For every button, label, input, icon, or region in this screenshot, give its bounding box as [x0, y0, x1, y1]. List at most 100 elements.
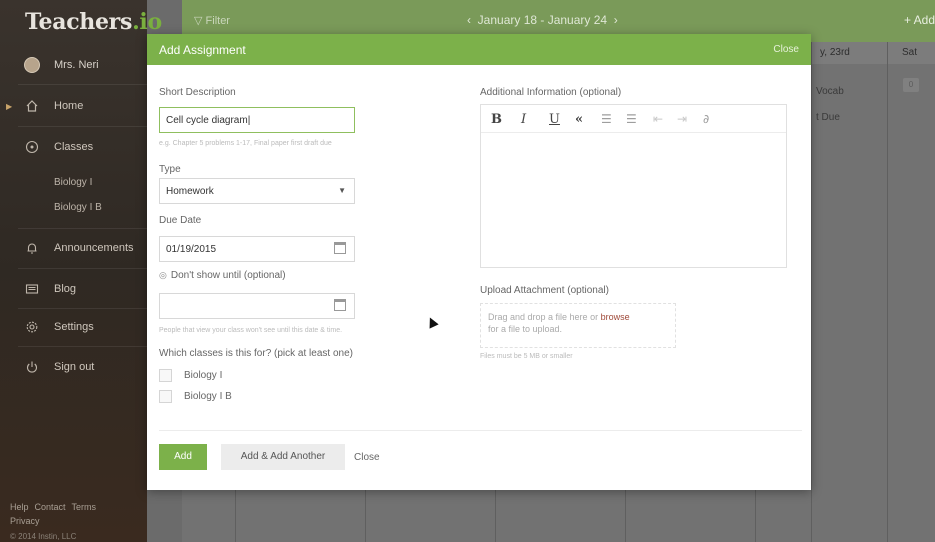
- rich-text-editor[interactable]: B I U « ☰ ☰ ⇤ ⇥ ∂: [480, 104, 787, 268]
- dropzone-text-2: for a file to upload.: [488, 324, 563, 334]
- event-count-badge: 0: [903, 78, 919, 92]
- file-size-hint: Files must be 5 MB or smaller: [480, 353, 573, 360]
- bell-icon: [24, 240, 40, 256]
- sidebar-item-home[interactable]: Home: [0, 98, 147, 118]
- quote-icon[interactable]: «: [575, 112, 583, 127]
- calendar-icon[interactable]: [334, 299, 346, 311]
- logo-suffix: .io: [132, 9, 162, 35]
- browse-link[interactable]: browse: [601, 312, 630, 322]
- classes-icon: [24, 139, 40, 155]
- class-checkbox[interactable]: [159, 369, 172, 382]
- sidebar: Teachers.io Mrs. Neri ▶ Home Classes Bio…: [0, 0, 162, 542]
- sidebar-item-label: Blog: [54, 283, 77, 295]
- short-description-hint: e.g. Chapter 5 problems 1-17, Final pape…: [159, 140, 332, 147]
- power-icon: [24, 359, 40, 375]
- logo-main: Teachers: [25, 9, 133, 35]
- sidebar-item-announcements[interactable]: Announcements: [0, 240, 147, 260]
- dont-show-until-hint: People that view your class won't see un…: [159, 327, 343, 334]
- divider: [18, 84, 147, 85]
- divider: [18, 228, 147, 229]
- ordered-list-icon[interactable]: ☰: [601, 112, 612, 126]
- sidebar-item-classes[interactable]: Classes: [0, 139, 147, 159]
- user-profile[interactable]: Mrs. Neri: [0, 55, 147, 77]
- upload-attachment-label: Upload Attachment (optional): [480, 285, 609, 296]
- underline-icon[interactable]: U: [549, 112, 560, 127]
- outdent-icon[interactable]: ⇤: [653, 112, 663, 126]
- modal-header: Add Assignment Close: [147, 34, 811, 65]
- modal-close-link[interactable]: Close: [773, 44, 799, 55]
- dont-show-until-text: Don't show until (optional): [170, 270, 286, 281]
- modal-title: Add Assignment: [159, 43, 246, 57]
- sidebar-item-sign-out[interactable]: Sign out: [0, 359, 147, 379]
- sidebar-class-biology-i[interactable]: Biology I: [54, 177, 92, 188]
- sidebar-class-biology-ib[interactable]: Biology I B: [54, 202, 102, 213]
- hidden-eye-icon: ◎: [159, 270, 167, 280]
- sidebar-item-label: Announcements: [54, 242, 134, 254]
- add-assignment-modal: Add Assignment Close Short Description C…: [147, 34, 811, 490]
- due-date-input[interactable]: 01/19/2015: [159, 236, 355, 262]
- add-button[interactable]: + Add: [904, 13, 935, 27]
- bold-icon[interactable]: B: [491, 112, 502, 127]
- dont-show-until-label: ◎ Don't show until (optional): [159, 270, 286, 281]
- date-navigator: ‹ January 18 - January 24 ›: [467, 13, 618, 27]
- divider: [18, 268, 147, 269]
- date-range: January 18 - January 24: [477, 13, 608, 27]
- chevron-down-icon: ▼: [338, 186, 346, 195]
- short-description-label: Short Description: [159, 87, 236, 98]
- calendar-header-friday: y, 23rd: [812, 42, 887, 64]
- footer-links: Help Contact Terms Privacy: [10, 500, 102, 528]
- sidebar-item-label: Sign out: [54, 361, 95, 373]
- grid-line: [887, 42, 888, 542]
- help-link[interactable]: Help: [10, 502, 29, 512]
- sidebar-item-blog[interactable]: Blog: [0, 281, 147, 301]
- sidebar-item-settings[interactable]: Settings: [0, 319, 147, 339]
- link-icon[interactable]: ∂: [703, 112, 709, 126]
- sidebar-item-label: Settings: [54, 321, 94, 333]
- close-button[interactable]: Close: [354, 452, 380, 463]
- file-dropzone[interactable]: Drag and drop a file here or browse for …: [480, 303, 676, 348]
- add-button[interactable]: Add: [159, 444, 207, 470]
- calendar-icon[interactable]: [334, 242, 346, 254]
- italic-icon[interactable]: I: [521, 112, 526, 127]
- classes-label: Which classes is this for? (pick at leas…: [159, 348, 353, 359]
- calendar-event[interactable]: Vocab: [816, 86, 844, 97]
- add-and-add-another-button[interactable]: Add & Add Another: [221, 444, 345, 470]
- calendar-header-saturday: Sat: [888, 42, 935, 64]
- divider: [18, 346, 147, 347]
- additional-info-label: Additional Information (optional): [480, 87, 622, 98]
- sidebar-item-label: Home: [54, 100, 84, 112]
- indent-icon[interactable]: ⇥: [677, 112, 687, 126]
- dont-show-until-input[interactable]: [159, 293, 355, 319]
- type-label: Type: [159, 164, 181, 175]
- class-option-label: Biology I B: [184, 391, 232, 402]
- copyright: © 2014 Instin, LLC: [10, 532, 77, 541]
- unordered-list-icon[interactable]: ☰: [626, 112, 637, 126]
- grid-line: [811, 42, 812, 542]
- privacy-link[interactable]: Privacy: [10, 516, 40, 526]
- gear-icon: [24, 319, 40, 335]
- divider: [159, 430, 802, 431]
- prev-week-icon[interactable]: ‹: [467, 13, 471, 27]
- calendar-event[interactable]: t Due: [816, 112, 840, 123]
- type-value: Homework: [166, 186, 214, 197]
- contact-link[interactable]: Contact: [35, 502, 66, 512]
- avatar: [24, 57, 40, 73]
- home-icon: [24, 98, 40, 114]
- app-logo[interactable]: Teachers.io: [25, 9, 162, 35]
- dropzone-text: Drag and drop a file here or: [488, 312, 599, 322]
- short-description-input[interactable]: Cell cycle diagram|: [159, 107, 355, 133]
- mouse-cursor-icon: [425, 315, 439, 329]
- filter-button[interactable]: ▽ Filter: [194, 14, 230, 27]
- blog-icon: [24, 281, 40, 297]
- class-checkbox[interactable]: [159, 390, 172, 403]
- terms-link[interactable]: Terms: [72, 502, 97, 512]
- filter-label: Filter: [205, 15, 230, 27]
- divider: [18, 308, 147, 309]
- sidebar-item-label: Classes: [54, 141, 94, 153]
- class-option-label: Biology I: [184, 370, 223, 381]
- type-select[interactable]: Homework ▼: [159, 178, 355, 204]
- editor-toolbar: B I U « ☰ ☰ ⇤ ⇥ ∂: [481, 105, 786, 133]
- next-week-icon[interactable]: ›: [614, 13, 618, 27]
- user-name: Mrs. Neri: [54, 59, 99, 71]
- filter-icon: ▽: [194, 15, 203, 27]
